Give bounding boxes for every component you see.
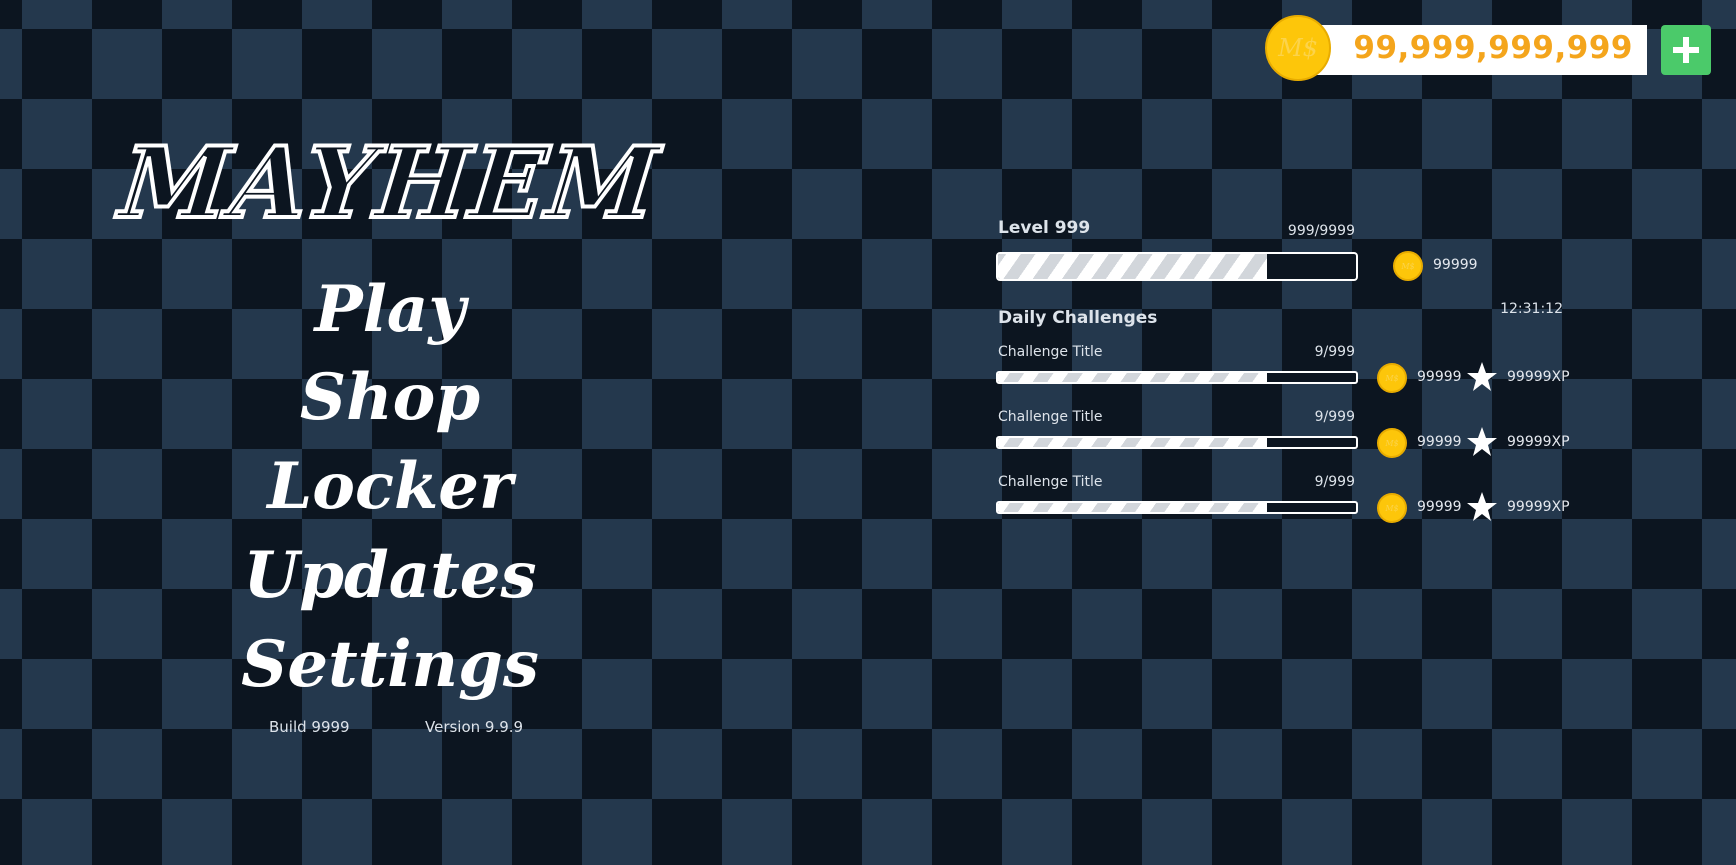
build-label: Build 9999 [269, 718, 350, 736]
challenge-coin-reward: 99999 [1417, 369, 1462, 385]
challenge-progress-fill [998, 503, 1267, 512]
challenge-progress-fill [998, 438, 1267, 447]
challenge-progress-bar [996, 436, 1358, 449]
challenge-xp-reward: 99999XP [1507, 434, 1570, 450]
menu-play-button[interactable]: Play [190, 265, 590, 355]
challenge-title: Challenge Title [998, 409, 1103, 425]
star-icon [1467, 362, 1497, 391]
coin-symbol: M$ [1278, 34, 1318, 62]
star-icon [1467, 427, 1497, 456]
currency-bar: 99,999,999,999 M$ [1265, 15, 1711, 85]
plus-icon [1673, 37, 1699, 63]
coin-icon: M$ [1377, 493, 1407, 523]
add-currency-button[interactable] [1661, 25, 1711, 75]
challenge-xp-reward: 99999XP [1507, 369, 1570, 385]
coin-icon: M$ [1265, 15, 1331, 81]
game-logo: MAYHEM [113, 124, 666, 243]
challenge-progress-fill [998, 373, 1267, 382]
currency-amount: 99,999,999,999 [1353, 30, 1633, 66]
challenge-title: Challenge Title [998, 474, 1103, 490]
challenge-progress-text: 9/999 [1314, 409, 1355, 425]
challenge-coin-reward: 99999 [1417, 434, 1462, 450]
level-progress-bar [996, 252, 1358, 281]
star-icon [1467, 492, 1497, 521]
menu-settings-button[interactable]: Settings [190, 620, 590, 710]
menu-updates-button[interactable]: Updates [190, 531, 590, 621]
daily-challenges-title: Daily Challenges [998, 308, 1158, 328]
challenge-progress-bar [996, 501, 1358, 514]
challenge-coin-reward: 99999 [1417, 499, 1462, 515]
menu-shop-button[interactable]: Shop [190, 353, 590, 443]
menu-locker-button[interactable]: Locker [190, 442, 590, 532]
level-xp-text: 999/9999 [1287, 223, 1355, 239]
coin-icon: M$ [1377, 363, 1407, 393]
challenge-progress-bar [996, 371, 1358, 384]
challenge-progress-text: 9/999 [1314, 344, 1355, 360]
currency-track: 99,999,999,999 [1295, 25, 1647, 75]
version-label: Version 9.9.9 [425, 718, 524, 736]
level-coin-reward: 99999 [1433, 257, 1478, 273]
coin-icon: M$ [1393, 251, 1423, 281]
challenge-title: Challenge Title [998, 344, 1103, 360]
challenge-progress-text: 9/999 [1314, 474, 1355, 490]
coin-icon: M$ [1377, 428, 1407, 458]
daily-challenges-timer: 12:31:12 [1500, 301, 1563, 317]
challenge-xp-reward: 99999XP [1507, 499, 1570, 515]
level-title: Level 999 [998, 218, 1091, 238]
level-progress-fill [998, 254, 1267, 279]
